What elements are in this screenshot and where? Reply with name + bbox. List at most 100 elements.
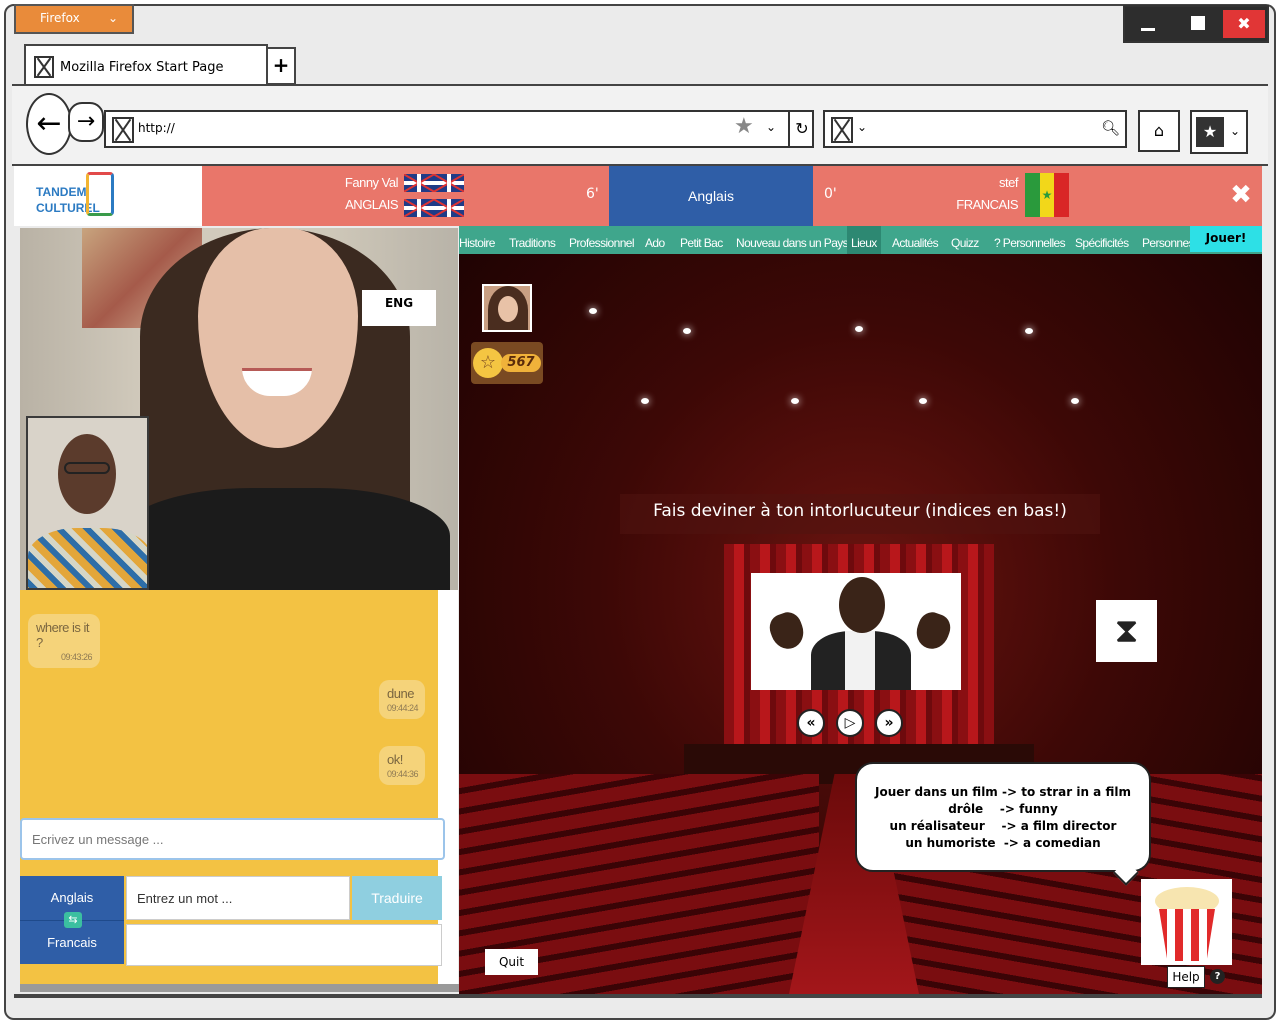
left-user-info: Fanny Val ANGLAIS [318,172,399,216]
close-session-button[interactable]: ✖ [1220,166,1262,226]
play-button[interactable]: Jouer! [1190,226,1262,252]
tab-title: Mozilla Firefox Start Page [60,60,224,75]
logo-line1: TANDEM [36,185,87,199]
menu-item-quizz[interactable]: Quizz [951,226,979,254]
bookmarks-button[interactable]: ★ ⌄ [1190,110,1248,154]
clue-person-head [839,577,885,633]
close-window-button[interactable]: ✖ [1223,10,1265,38]
right-user-language: FRANCAIS [956,197,1018,212]
rewind-icon: « [806,715,816,731]
url-bar[interactable]: http:// ★ ⌄ ↻ [104,110,814,148]
translation-output [126,924,442,966]
menu-item-personnes[interactable]: Personnes [1142,226,1195,254]
quit-button[interactable]: Quit [485,949,538,975]
chat-message-time: 09:44:36 [387,769,419,779]
firefox-menu-button[interactable]: Firefox ⌄ [14,4,134,34]
forward-button[interactable]: → [68,102,104,142]
fast-forward-button[interactable]: » [875,709,903,737]
self-video-clothes [28,528,147,588]
search-engine-icon[interactable] [831,117,853,143]
minimize-button[interactable] [1127,10,1169,38]
ceiling-light [791,398,799,404]
language-badge: ENG [362,290,436,326]
right-score: 0' [824,186,837,202]
uk-flag-icon [434,199,464,217]
clue-image [751,573,961,690]
forward-arrow-icon: → [76,109,96,134]
star-icon: ★ [1196,117,1224,147]
left-score: 6' [586,186,599,202]
thumbs-up-icon [86,172,114,216]
play-media-button[interactable]: ▷ [836,709,864,737]
help-button[interactable]: Help [1167,966,1205,988]
hint-bubble: Jouer dans un film -> to strar in a film… [855,762,1151,872]
play-icon: ▷ [844,715,856,731]
search-bar[interactable]: ⌄ 🔍︎ [823,110,1127,148]
ceiling-light [641,398,649,404]
menu-item-petit-bac[interactable]: Petit Bac [680,226,723,254]
translate-button[interactable]: Traduire [352,876,442,920]
hint-line: un humoriste -> a comedian [905,836,1101,850]
menu-item-traditions[interactable]: Traditions [509,226,556,254]
reload-icon[interactable]: ↻ [788,112,814,146]
current-language[interactable]: Anglais [609,166,813,226]
page-bottom-border [14,994,1262,998]
hint-line: drôle -> funny [948,802,1058,816]
chevron-down-icon[interactable]: ⌄ [857,120,867,134]
home-button[interactable]: ⌂ [1138,110,1180,152]
menu-item-histoire[interactable]: Histoire [459,226,495,254]
player-score: ☆ 567 [471,342,543,384]
ceiling-light [1071,398,1079,404]
chat-message-text: ok! [387,752,403,767]
self-video [26,416,149,590]
back-arrow-icon: ← [36,106,62,141]
clue-person-shirt [845,631,875,690]
chevron-down-icon: ⌄ [107,11,118,25]
firefox-menu-label: Firefox [40,11,80,25]
topic-menu: Histoire Traditions Professionnel Ado Pe… [459,226,1262,254]
message-input[interactable]: Ecrivez un message ... [20,818,445,860]
game-prompt: Fais deviner à ton intorlucuteur (indice… [620,494,1100,534]
ceiling-light [683,328,691,334]
right-user-info: stef FRANCAIS [940,172,1018,216]
search-icon[interactable]: 🔍︎ [1101,119,1120,137]
hint-line: un réalisateur -> a film director [889,819,1117,833]
menu-item-actualites[interactable]: Actualités [892,226,939,254]
site-placeholder-icon [112,117,134,143]
bookmark-star-icon[interactable]: ★ [734,114,754,139]
ceiling-light [1025,328,1033,334]
menu-item-lieux[interactable]: Lieux [847,226,881,254]
star-icon: ☆ [473,348,503,378]
word-input[interactable]: Entrez un mot ... [126,876,350,920]
help-question-icon[interactable]: ? [1210,969,1225,984]
menu-item-specificites[interactable]: Spécificités [1075,226,1129,254]
chat-message-time: 09:44:24 [387,703,419,713]
menu-item-ado[interactable]: Ado [645,226,665,254]
menu-item-personnelles[interactable]: ? Personnelles [994,226,1066,254]
maximize-button[interactable] [1177,10,1219,38]
chat-scrollbar[interactable] [20,984,460,992]
hourglass-icon: ⧗ [1096,600,1157,662]
rewind-button[interactable]: « [797,709,825,737]
chat-message: where is it ? 09:43:26 [28,614,100,668]
chat-message-time: 09:43:26 [60,652,93,662]
left-user-name: Fanny Val [344,175,399,190]
back-button[interactable]: ← [26,93,72,155]
chat-message-text: dune [387,686,414,701]
self-video-glasses [64,462,110,474]
chevron-down-icon[interactable]: ⌄ [766,120,776,134]
tab-start-page[interactable]: Mozilla Firefox Start Page [24,44,268,86]
hint-line: Jouer dans un film -> to strar in a film [875,785,1131,799]
chevron-down-icon: ⌄ [1230,124,1241,138]
uk-flag-icon [404,199,434,217]
swap-languages-icon[interactable]: ⇆ [64,912,82,928]
popcorn-icon [1141,879,1232,965]
fast-forward-icon: » [884,715,894,731]
senegal-flag-icon: ★ [1025,173,1069,217]
chat-message: ok! 09:44:36 [379,746,425,785]
new-tab-button[interactable]: + [266,47,296,85]
window-controls: ✖ [1123,5,1269,43]
url-text[interactable]: http:// [138,121,175,135]
menu-item-nouveau-pays[interactable]: Nouveau dans un Pays [736,226,849,254]
menu-item-professionnel[interactable]: Professionnel [569,226,635,254]
